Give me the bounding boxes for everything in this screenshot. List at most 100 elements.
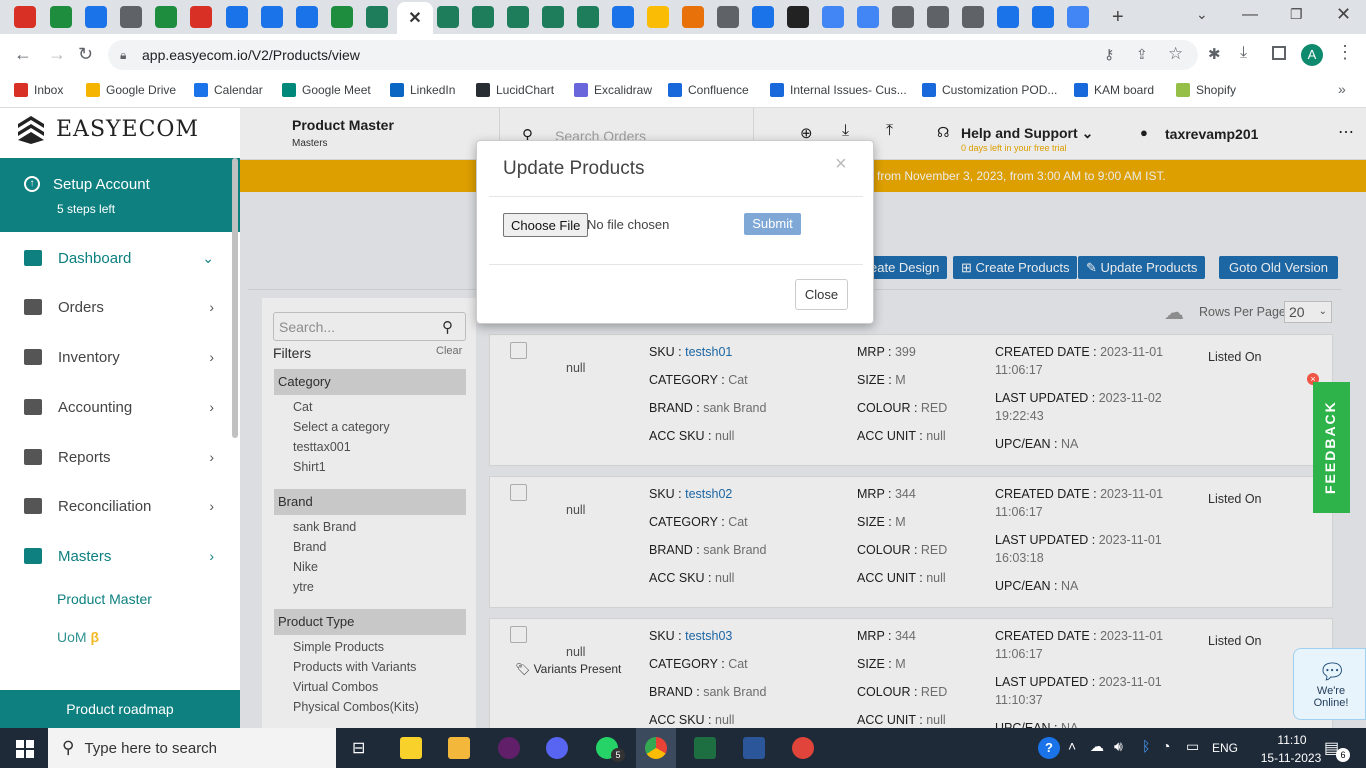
profile-avatar[interactable]: A [1301,44,1323,66]
sidebar-item-dashboard[interactable]: Dashboard ⌄ [0,238,236,278]
browser-tab[interactable] [962,6,984,28]
menu-icon[interactable]: ⋮ [1336,42,1354,63]
browser-tab[interactable] [296,6,318,28]
browser-tab[interactable] [927,6,949,28]
reload-icon[interactable]: ↻ [78,44,93,65]
sidepanel-icon[interactable] [1272,46,1286,60]
browser-tab[interactable] [14,6,36,28]
browser-tab[interactable] [1032,6,1054,28]
browser-tab[interactable] [120,6,142,28]
tray-chevron-icon[interactable]: ˄ [1068,738,1076,754]
minimize-button[interactable]: — [1242,6,1258,24]
browser-tab[interactable] [682,6,704,28]
back-icon[interactable]: ← [14,44,32,65]
browser-tab[interactable] [226,6,248,28]
sidebar-item-inventory[interactable]: Inventory › [0,337,236,377]
browser-tab[interactable] [85,6,107,28]
browser-tab[interactable] [366,6,388,28]
sidebar-scrollbar[interactable] [232,158,238,438]
clock-time[interactable]: 11:10 [1262,733,1322,747]
chrome-icon[interactable] [645,737,667,759]
browser-tab[interactable] [542,6,564,28]
browser-tab[interactable] [50,6,72,28]
taskbar-search[interactable]: ⚲ Type here to search [48,728,336,768]
sidebar-item-orders[interactable]: Orders › [0,287,236,327]
forward-icon[interactable]: → [48,44,66,65]
maximize-button[interactable]: ❐ [1290,6,1303,23]
window-close-button[interactable]: ✕ [1336,4,1351,25]
browser-tab[interactable] [155,6,177,28]
bluetooth-icon[interactable]: ᛒ [1142,738,1150,754]
browser-tab[interactable] [472,6,494,28]
bookmark-item[interactable]: Google Drive [86,83,176,97]
browser-tab[interactable] [647,6,669,28]
bookmark-item[interactable]: Customization POD... [922,83,1057,97]
bookmark-item[interactable]: Google Meet [282,83,371,97]
share-icon[interactable]: ⇪ [1136,46,1148,63]
browser-tab[interactable] [787,6,809,28]
language-indicator[interactable]: ENG [1212,741,1238,755]
browser-tab[interactable] [331,6,353,28]
excel-icon[interactable] [694,737,716,759]
bookmark-item[interactable]: LucidChart [476,83,554,97]
help-tray-icon[interactable]: ? [1038,737,1060,759]
browser-tab[interactable] [261,6,283,28]
browser-tab[interactable] [857,6,879,28]
feedback-tab[interactable]: FEEDBACK [1313,382,1350,513]
choose-file-button[interactable]: Choose File [503,213,589,237]
sidebar-item-reports[interactable]: Reports › [0,437,236,477]
browser-tab[interactable] [507,6,529,28]
browser-tab[interactable] [822,6,844,28]
bookmark-item[interactable]: Shopify [1176,83,1236,97]
browser-tab[interactable] [437,6,459,28]
browser-tab[interactable] [577,6,599,28]
key-icon[interactable]: ⚷ [1104,46,1114,63]
browser-tab[interactable] [612,6,634,28]
product-roadmap-button[interactable]: Product roadmap [0,690,240,728]
browser-tab[interactable] [892,6,914,28]
bookmark-item[interactable]: Excalidraw [574,83,652,97]
slack-icon[interactable] [498,737,520,759]
browser-tab[interactable] [717,6,739,28]
bookmark-item[interactable]: Calendar [194,83,263,97]
word-icon[interactable] [743,737,765,759]
active-tab[interactable]: ✕ [397,2,433,34]
bookmark-item[interactable]: Confluence [668,83,749,97]
windows-start-icon[interactable] [16,740,34,758]
battery-icon[interactable]: ▭ [1186,738,1199,755]
sidebar-sub-product-master[interactable]: Product Master [57,591,152,607]
bookmark-star-icon[interactable]: ☆ [1168,44,1183,64]
file-explorer-icon[interactable] [448,737,470,759]
sidebar-item-reconciliation[interactable]: Reconciliation › [0,486,236,526]
modal-close-icon[interactable]: × [835,153,847,176]
snipping-tool-icon[interactable] [792,737,814,759]
modal-close-button[interactable]: Close [795,279,848,310]
browser-tab[interactable] [997,6,1019,28]
discord-icon[interactable] [546,737,568,759]
more-bookmarks-icon[interactable]: » [1338,81,1346,97]
url-text[interactable]: app.easyecom.io/V2/Products/view [142,47,360,63]
extensions-icon[interactable]: ✱ [1208,45,1221,63]
clock-date[interactable]: 15-11-2023 [1250,751,1332,765]
bookmark-item[interactable]: Inbox [14,83,63,97]
new-tab-button[interactable]: + [1112,6,1124,29]
sidebar-item-masters[interactable]: Masters › [0,536,236,576]
tab-search-icon[interactable]: ⌄ [1196,6,1208,23]
bookmark-item[interactable]: Internal Issues- Cus... [770,83,907,97]
submit-button[interactable]: Submit [744,213,801,235]
sidebar-sub-uom[interactable]: UoM β [57,629,99,645]
sticky-notes-icon[interactable] [400,737,422,759]
browser-tab[interactable] [1067,6,1089,28]
volume-icon[interactable]: 🔊︎ [1114,738,1123,755]
download-icon[interactable]: ⤓ [1240,44,1247,62]
bookmark-item[interactable]: LinkedIn [390,83,455,97]
browser-tab[interactable] [752,6,774,28]
bookmark-item[interactable]: KAM board [1074,83,1154,97]
setup-account-panel[interactable]: ↑ Setup Account 5 steps left [0,158,240,232]
chat-widget[interactable]: 💬︎ We're Online! [1293,648,1366,720]
task-view-icon[interactable]: ⊟ [352,738,365,758]
onedrive-icon[interactable]: ☁ [1090,738,1104,755]
sidebar-item-accounting[interactable]: Accounting › [0,387,236,427]
browser-tab[interactable] [190,6,212,28]
wifi-icon[interactable]: ◔ [1162,738,1170,754]
